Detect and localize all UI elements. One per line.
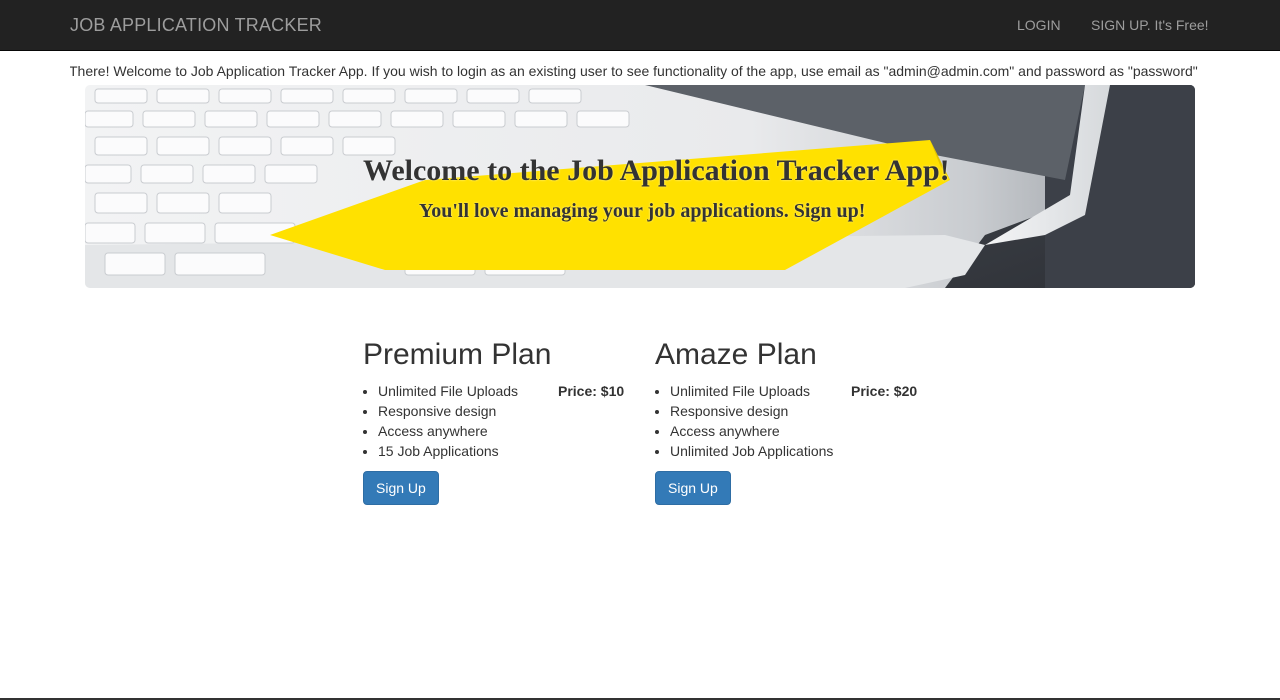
signup-link[interactable]: SIGN UP. It's Free!	[1091, 17, 1209, 33]
list-item: Unlimited Job Applications	[670, 441, 833, 461]
announcement-text: There! Welcome to Job Application Tracke…	[70, 63, 1198, 79]
hero-subtitle: You'll love managing your job applicatio…	[419, 200, 866, 222]
amaze-signup-button[interactable]: Sign Up	[655, 471, 731, 505]
top-navbar: JOB APPLICATION TRACKER LOGIN SIGN UP. I…	[0, 0, 1280, 51]
amaze-plan-card: Amaze Plan Unlimited File Uploads Respon…	[655, 338, 925, 505]
list-item: Unlimited File Uploads	[670, 381, 833, 401]
hero-title: Welcome to the Job Application Tracker A…	[363, 154, 950, 187]
plan-feature-list: Unlimited File Uploads Responsive design…	[670, 381, 833, 461]
list-item: Unlimited File Uploads	[378, 381, 518, 401]
plan-feature-list: Unlimited File Uploads Responsive design…	[378, 381, 518, 461]
list-item: Responsive design	[670, 401, 833, 421]
plan-price: Price: $20	[851, 383, 918, 399]
list-item: Responsive design	[378, 401, 518, 421]
announcement-marquee: There! Welcome to Job Application Tracke…	[70, 63, 1210, 80]
premium-signup-button[interactable]: Sign Up	[363, 471, 439, 505]
plan-price: Price: $10	[558, 383, 625, 399]
brand-logo-text[interactable]: JOB APPLICATION TRACKER	[70, 14, 322, 36]
list-item: 15 Job Applications	[378, 441, 518, 461]
login-link[interactable]: LOGIN	[1017, 17, 1061, 33]
premium-plan-card: Premium Plan Unlimited File Uploads Resp…	[363, 338, 633, 505]
plan-title: Amaze Plan	[655, 338, 817, 371]
list-item: Access anywhere	[378, 421, 518, 441]
plan-title: Premium Plan	[363, 338, 552, 371]
list-item: Access anywhere	[670, 421, 833, 441]
